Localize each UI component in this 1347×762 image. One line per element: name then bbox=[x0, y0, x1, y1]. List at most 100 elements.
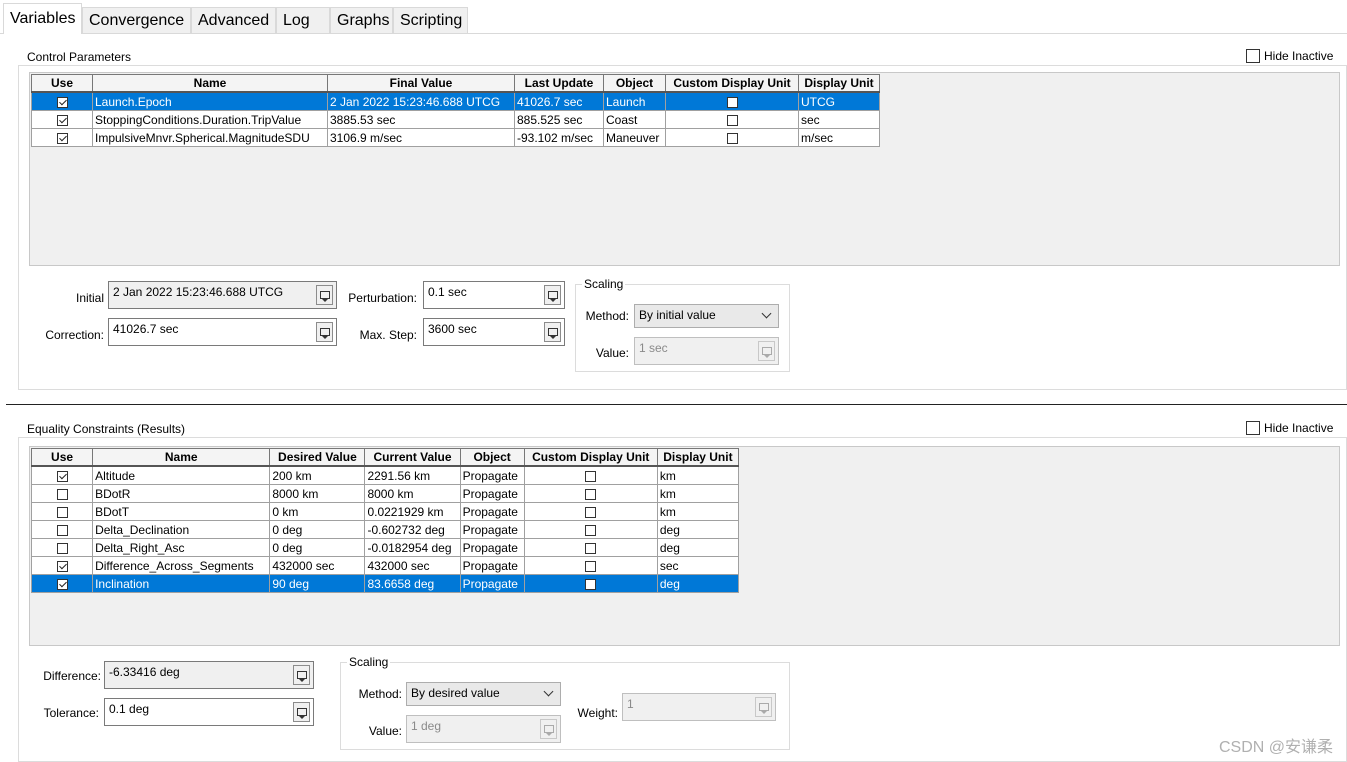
use-cell[interactable] bbox=[30, 538, 94, 557]
custom-unit-cell[interactable] bbox=[523, 484, 658, 503]
column-header-current-value[interactable]: Current Value bbox=[364, 448, 461, 467]
custom-unit-cell[interactable] bbox=[523, 465, 658, 485]
tab-scripting[interactable]: Scripting bbox=[393, 7, 468, 33]
tab-graphs[interactable]: Graphs bbox=[330, 7, 393, 33]
use-checkbox[interactable] bbox=[56, 470, 68, 482]
initial-value-field[interactable]: 2 Jan 2022 15:23:46.688 UTCG bbox=[108, 281, 337, 309]
use-checkbox[interactable] bbox=[56, 96, 68, 108]
correction-field[interactable]: 41026.7 sec bbox=[108, 318, 337, 346]
control-hide-inactive-toggle[interactable]: Hide Inactive bbox=[1246, 49, 1333, 63]
use-checkbox[interactable] bbox=[56, 488, 68, 500]
unit-picker-icon[interactable] bbox=[544, 322, 561, 342]
object-cell: Propagate bbox=[459, 538, 525, 557]
use-checkbox[interactable] bbox=[56, 542, 68, 554]
control-hide-inactive-checkbox[interactable] bbox=[1246, 49, 1260, 63]
custom-unit-checkbox[interactable] bbox=[585, 578, 597, 590]
column-header-display-unit[interactable]: Display Unit bbox=[656, 448, 740, 467]
object-cell: Coast bbox=[603, 110, 666, 129]
custom-unit-checkbox[interactable] bbox=[726, 132, 738, 144]
table-row[interactable]: Delta_Right_Asc 0 deg -0.0182954 deg Propag… bbox=[30, 538, 740, 557]
custom-unit-cell[interactable] bbox=[665, 110, 799, 129]
equality-hide-inactive-toggle[interactable]: Hide Inactive bbox=[1246, 421, 1333, 435]
custom-unit-cell[interactable] bbox=[665, 91, 799, 111]
use-cell[interactable] bbox=[30, 574, 94, 593]
column-header-last-update[interactable]: Last Update bbox=[514, 74, 604, 93]
max-step-field[interactable]: 3600 sec bbox=[423, 318, 565, 346]
custom-unit-checkbox[interactable] bbox=[726, 114, 738, 126]
use-cell[interactable] bbox=[30, 484, 94, 503]
difference-field[interactable]: -6.33416 deg bbox=[104, 661, 314, 689]
column-header-name[interactable]: Name bbox=[92, 448, 271, 467]
custom-unit-cell[interactable] bbox=[523, 520, 658, 539]
table-row[interactable]: StoppingConditions.Duration.TripValue 38… bbox=[31, 110, 880, 129]
use-cell[interactable] bbox=[30, 520, 94, 539]
use-checkbox[interactable] bbox=[56, 524, 68, 536]
custom-unit-cell[interactable] bbox=[523, 538, 658, 557]
control-method-label: Method: bbox=[585, 309, 629, 323]
correction-value-text: 41026.7 sec bbox=[113, 322, 179, 336]
column-header-custom-display-unit[interactable]: Custom Display Unit bbox=[523, 448, 658, 467]
use-checkbox[interactable] bbox=[56, 114, 68, 126]
custom-unit-cell[interactable] bbox=[665, 128, 799, 147]
use-checkbox[interactable] bbox=[56, 560, 68, 572]
use-cell[interactable] bbox=[31, 91, 93, 111]
use-cell[interactable] bbox=[30, 465, 94, 485]
custom-unit-cell[interactable] bbox=[523, 556, 658, 575]
custom-unit-checkbox[interactable] bbox=[726, 96, 738, 108]
column-header-use[interactable]: Use bbox=[31, 74, 93, 93]
desired-value-cell: 90 deg bbox=[269, 574, 366, 593]
custom-unit-checkbox[interactable] bbox=[585, 560, 597, 572]
unit-picker-icon[interactable] bbox=[293, 665, 310, 685]
use-checkbox[interactable] bbox=[56, 132, 68, 144]
custom-unit-checkbox[interactable] bbox=[585, 542, 597, 554]
unit-picker-icon[interactable] bbox=[316, 322, 333, 342]
name-cell: Delta_Right_Asc bbox=[92, 538, 271, 557]
tab-variables[interactable]: Variables bbox=[3, 3, 82, 34]
table-row[interactable]: Difference_Across_Segments 432000 sec 4320… bbox=[30, 556, 740, 575]
column-header-display-unit[interactable]: Display Unit bbox=[798, 74, 880, 93]
column-header-custom-display-unit[interactable]: Custom Display Unit bbox=[665, 74, 799, 93]
table-row[interactable]: Inclination 90 deg 83.6658 deg Propagate deg bbox=[30, 574, 740, 593]
column-header-desired-value[interactable]: Desired Value bbox=[269, 448, 366, 467]
desired-value-cell: 0 deg bbox=[269, 520, 366, 539]
tab-log[interactable]: Log bbox=[276, 7, 330, 33]
custom-unit-checkbox[interactable] bbox=[585, 470, 597, 482]
table-row[interactable]: BDotT 0 km 0.0221929 km Propagate km bbox=[30, 502, 740, 521]
use-cell[interactable] bbox=[30, 556, 94, 575]
custom-unit-checkbox[interactable] bbox=[585, 488, 597, 500]
column-header-object[interactable]: Object bbox=[603, 74, 666, 93]
table-row[interactable]: Launch.Epoch 2 Jan 2022 15:23:46.688 UTC… bbox=[31, 91, 880, 111]
use-cell[interactable] bbox=[30, 502, 94, 521]
unit-picker-icon[interactable] bbox=[544, 285, 561, 305]
custom-unit-checkbox[interactable] bbox=[585, 506, 597, 518]
column-header-final-value[interactable]: Final Value bbox=[327, 74, 515, 93]
difference-value-text: -6.33416 deg bbox=[109, 665, 180, 679]
perturbation-field[interactable]: 0.1 sec bbox=[423, 281, 565, 309]
unit-picker-icon[interactable] bbox=[293, 702, 310, 722]
column-header-name[interactable]: Name bbox=[92, 74, 328, 93]
last-update-cell: -93.102 m/sec bbox=[514, 128, 604, 147]
use-cell[interactable] bbox=[31, 110, 93, 129]
tolerance-field[interactable]: 0.1 deg bbox=[104, 698, 314, 726]
custom-unit-checkbox[interactable] bbox=[585, 524, 597, 536]
control-parameters-grid-area: Use Name Final Value Last Update Object … bbox=[29, 72, 1340, 266]
use-checkbox[interactable] bbox=[56, 506, 68, 518]
final-value-cell: 2 Jan 2022 15:23:46.688 UTCG bbox=[327, 91, 515, 111]
display-unit-cell: km bbox=[656, 465, 740, 485]
table-row[interactable]: ImpulsiveMnvr.Spherical.MagnitudeSDU 310… bbox=[31, 128, 880, 147]
tab-convergence[interactable]: Convergence bbox=[82, 7, 191, 33]
use-checkbox[interactable] bbox=[56, 578, 68, 590]
equality-hide-inactive-checkbox[interactable] bbox=[1246, 421, 1260, 435]
use-cell[interactable] bbox=[31, 128, 93, 147]
control-method-dropdown[interactable]: By initial value bbox=[634, 304, 779, 328]
tab-advanced[interactable]: Advanced bbox=[191, 7, 276, 33]
column-header-object[interactable]: Object bbox=[459, 448, 525, 467]
custom-unit-cell[interactable] bbox=[523, 502, 658, 521]
custom-unit-cell[interactable] bbox=[523, 574, 658, 593]
column-header-use[interactable]: Use bbox=[30, 448, 94, 467]
equality-method-dropdown[interactable]: By desired value bbox=[406, 682, 561, 706]
table-row[interactable]: BDotR 8000 km 8000 km Propagate km bbox=[30, 484, 740, 503]
table-row[interactable]: Altitude 200 km 2291.56 km Propagate km bbox=[30, 465, 740, 485]
table-row[interactable]: Delta_Declination 0 deg -0.602732 deg Propa… bbox=[30, 520, 740, 539]
tolerance-label: Tolerance: bbox=[43, 706, 99, 720]
